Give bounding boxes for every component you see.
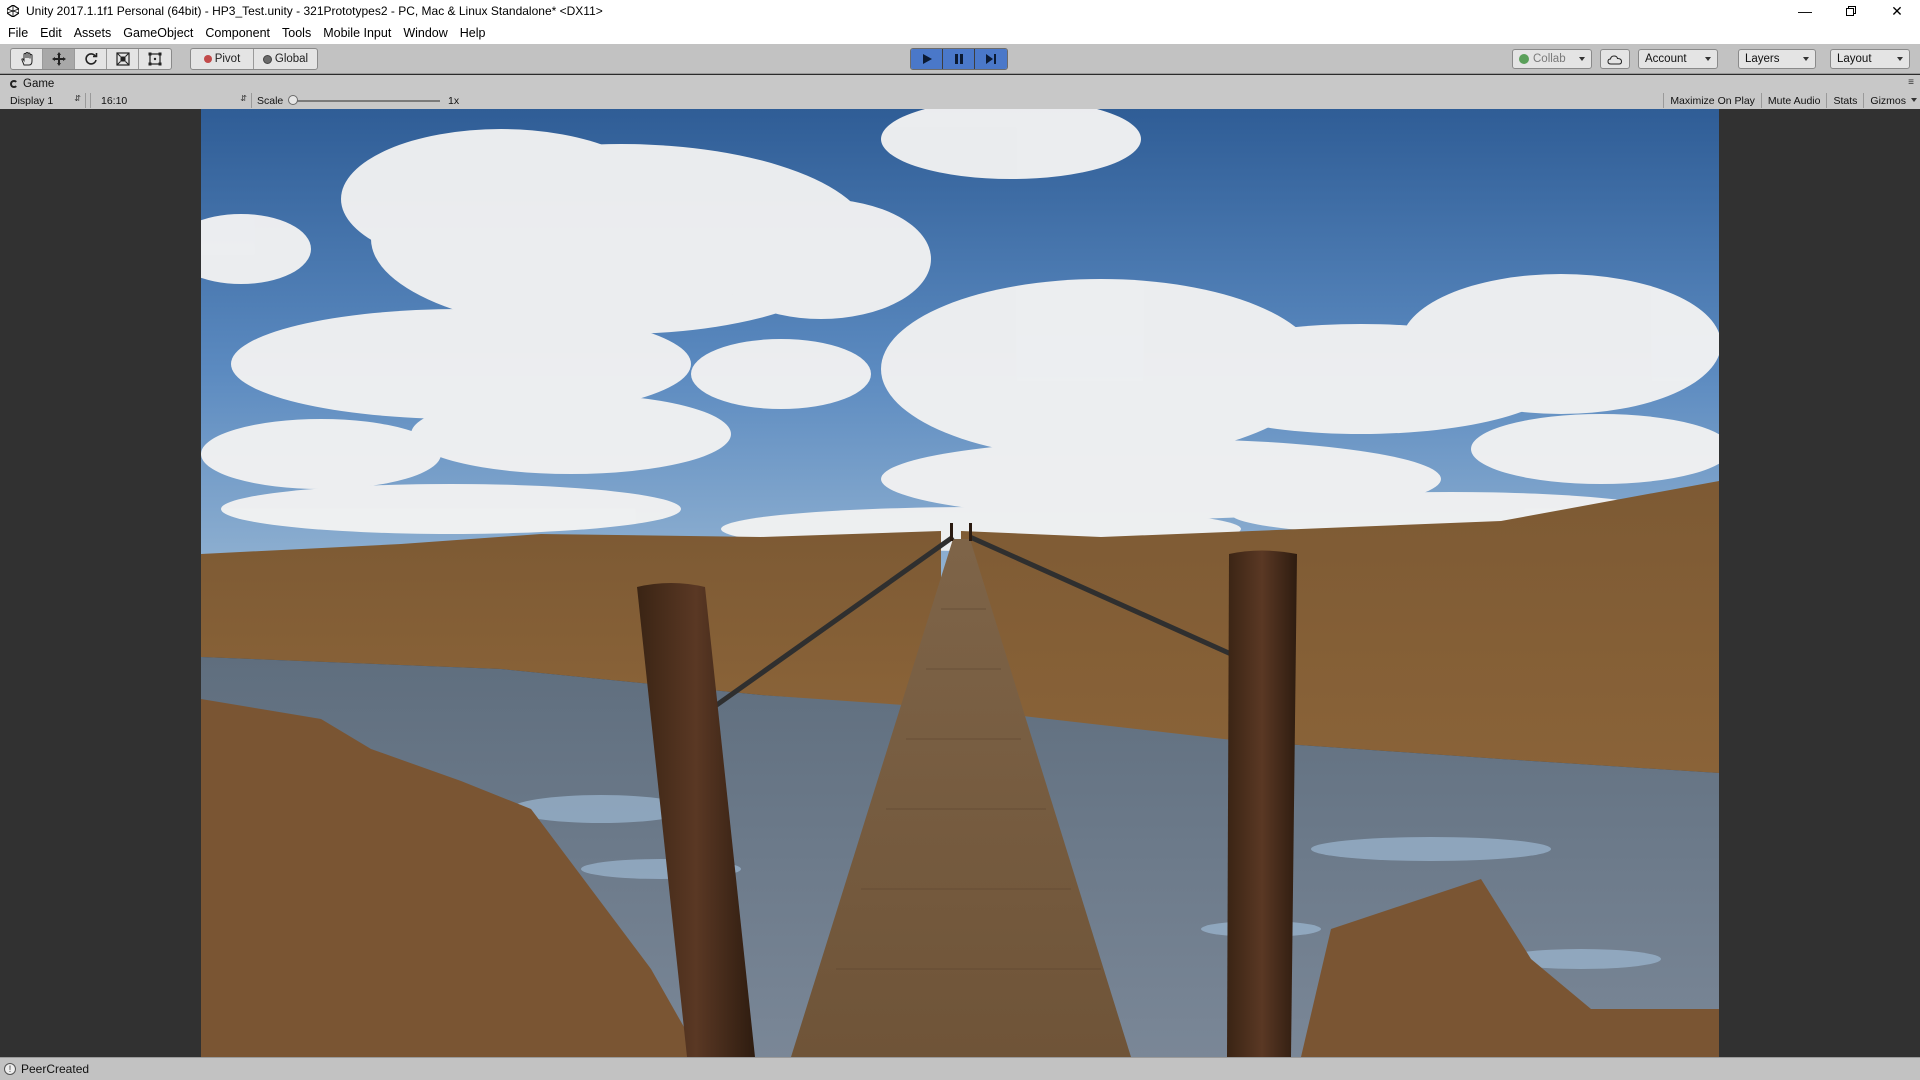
global-label: Global xyxy=(274,53,309,65)
menu-mobile-input[interactable]: Mobile Input xyxy=(317,22,397,44)
aspect-dropdown[interactable]: 16:10 ⇵ xyxy=(90,93,252,108)
chevron-down-icon xyxy=(1705,57,1711,61)
menu-window[interactable]: Window xyxy=(397,22,453,44)
rotate-icon[interactable] xyxy=(75,49,107,69)
stats-toggle[interactable]: Stats xyxy=(1826,93,1863,108)
game-view-toggles: Maximize On Play Mute Audio Stats Gizmos xyxy=(1663,93,1920,108)
globe-icon xyxy=(262,54,272,64)
maximize-on-play-toggle[interactable]: Maximize On Play xyxy=(1663,93,1761,108)
status-message[interactable]: PeerCreated xyxy=(21,1062,89,1076)
layers-dropdown[interactable]: Layers xyxy=(1738,49,1816,69)
chevron-down-icon xyxy=(1579,57,1585,61)
account-dropdown[interactable]: Account xyxy=(1638,49,1718,69)
collab-label: Collab xyxy=(1533,53,1566,65)
display-dropdown[interactable]: Display 1 ⇵ xyxy=(0,93,86,108)
pivot-button[interactable]: Pivot xyxy=(191,49,254,69)
rect-icon[interactable] xyxy=(139,49,171,69)
game-viewport[interactable] xyxy=(201,109,1719,1057)
gizmos-label: Gizmos xyxy=(1870,94,1906,107)
scale-slider-thumb[interactable] xyxy=(288,95,298,105)
restore-icon[interactable] xyxy=(1828,0,1874,22)
game-tab-label: Game xyxy=(23,77,55,90)
game-scene-image xyxy=(201,109,1719,1057)
chevron-down-icon xyxy=(1803,57,1809,61)
menu-tools[interactable]: Tools xyxy=(276,22,317,44)
scale-slider-track[interactable] xyxy=(294,100,440,102)
step-button[interactable] xyxy=(975,49,1007,69)
chevron-down-icon xyxy=(1897,57,1903,61)
pause-icon xyxy=(954,54,963,64)
updown-arrows-icon: ⇵ xyxy=(240,94,247,103)
play-icon xyxy=(922,54,932,64)
minimize-icon[interactable]: — xyxy=(1782,0,1828,22)
menu-edit[interactable]: Edit xyxy=(34,22,68,44)
display-label: Display 1 xyxy=(10,94,54,107)
pause-button[interactable] xyxy=(943,49,975,69)
game-view-header: Game ≡ Display 1 ⇵ 16:10 ⇵ Scale 1x Maxi… xyxy=(0,75,1920,109)
menu-file[interactable]: File xyxy=(2,22,34,44)
transform-tools xyxy=(10,48,172,70)
mute-audio-toggle[interactable]: Mute Audio xyxy=(1760,93,1827,108)
cloud-icon xyxy=(1607,54,1623,64)
close-icon[interactable]: ✕ xyxy=(1874,0,1920,22)
move-icon[interactable] xyxy=(43,49,75,69)
collab-check-icon xyxy=(1519,54,1529,64)
game-view xyxy=(0,109,1920,1057)
layers-label: Layers xyxy=(1745,53,1780,65)
pivot-icon xyxy=(203,55,212,63)
pivot-global-toggle: Pivot Global xyxy=(190,48,318,70)
step-icon xyxy=(986,54,996,64)
layout-dropdown[interactable]: Layout xyxy=(1830,49,1910,69)
updown-arrows-icon: ⇵ xyxy=(74,94,81,103)
unity-logo-icon xyxy=(6,4,20,18)
global-button[interactable]: Global xyxy=(254,49,317,69)
window-title: Unity 2017.1.1f1 Personal (64bit) - HP3_… xyxy=(26,4,603,18)
far-post-left xyxy=(950,523,953,541)
menu-assets[interactable]: Assets xyxy=(68,22,118,44)
far-post-right xyxy=(969,523,972,541)
aspect-label: 16:10 xyxy=(101,94,128,107)
tab-game[interactable]: Game xyxy=(0,75,70,92)
right-post xyxy=(1227,550,1297,1057)
main-toolbar: Pivot Global Collab Account Layers Layou… xyxy=(0,44,1920,74)
info-icon: ! xyxy=(4,1063,16,1075)
title-bar: Unity 2017.1.1f1 Personal (64bit) - HP3_… xyxy=(0,0,1920,22)
play-button[interactable] xyxy=(911,49,943,69)
collab-dropdown[interactable]: Collab xyxy=(1512,49,1592,69)
menu-component[interactable]: Component xyxy=(199,22,276,44)
scale-label: Scale xyxy=(257,94,284,107)
scale-value: 1x xyxy=(448,94,460,107)
menu-bar: File Edit Assets GameObject Component To… xyxy=(0,22,1920,44)
game-controller-icon xyxy=(10,79,18,88)
hand-icon[interactable] xyxy=(11,49,43,69)
menu-gameobject[interactable]: GameObject xyxy=(117,22,199,44)
cloud-button[interactable] xyxy=(1600,49,1630,69)
chevron-down-icon xyxy=(1911,98,1917,102)
gizmos-dropdown[interactable]: Gizmos xyxy=(1863,93,1920,108)
pivot-label: Pivot xyxy=(214,53,241,65)
layout-label: Layout xyxy=(1837,53,1872,65)
account-label: Account xyxy=(1645,53,1687,65)
panel-menu-icon[interactable]: ≡ xyxy=(1908,77,1914,88)
play-controls xyxy=(910,48,1008,70)
status-bar: ! PeerCreated xyxy=(0,1057,1920,1080)
scale-icon[interactable] xyxy=(107,49,139,69)
menu-help[interactable]: Help xyxy=(454,22,492,44)
